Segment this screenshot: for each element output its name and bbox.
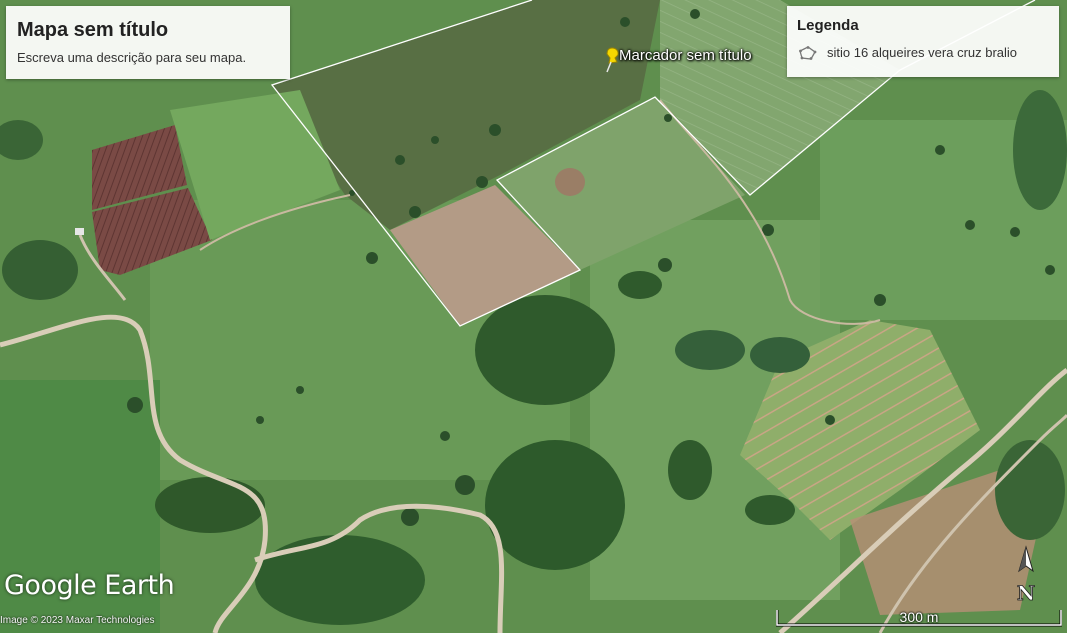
scale-bar: 300 m xyxy=(776,606,1062,628)
legend-item[interactable]: sitio 16 alqueires vera cruz bralio xyxy=(797,45,1049,60)
tree-cluster xyxy=(668,440,712,500)
scale-bar-label: 300 m xyxy=(899,609,939,625)
compass-label: N xyxy=(1017,581,1035,605)
forest-patch xyxy=(155,477,265,533)
forest-patch xyxy=(255,535,425,625)
forest-patch xyxy=(475,295,615,405)
placemark-label[interactable]: Marcador sem título xyxy=(619,47,752,64)
north-arrow-icon[interactable]: N xyxy=(1012,545,1040,607)
farm-building xyxy=(75,228,84,235)
legend-title: Legenda xyxy=(797,17,859,34)
satellite-map[interactable] xyxy=(0,0,1067,633)
google-earth-logo: Google Earth xyxy=(4,570,175,601)
forest-patch xyxy=(995,440,1065,540)
imagery-attribution: Image © 2023 Maxar Technologies xyxy=(0,615,155,626)
tree-cluster xyxy=(745,495,795,525)
map-title[interactable]: Mapa sem título xyxy=(17,18,279,42)
polygon-icon xyxy=(799,45,817,60)
forest-patch xyxy=(485,440,625,570)
forest-patch xyxy=(1013,90,1067,210)
legend-item-label: sitio 16 alqueires vera cruz bralio xyxy=(827,45,1018,60)
forest-patch xyxy=(750,337,810,373)
forest-patch xyxy=(675,330,745,370)
map-title-card[interactable]: Mapa sem título Escreva uma descrição pa… xyxy=(6,6,290,79)
legend-panel: Legenda sitio 16 alqueires vera cruz bra… xyxy=(787,6,1059,77)
map-description[interactable]: Escreva uma descrição para seu mapa. xyxy=(17,50,279,65)
bare-patch xyxy=(555,168,585,196)
forest-patch xyxy=(2,240,78,300)
tree-cluster xyxy=(618,271,662,299)
